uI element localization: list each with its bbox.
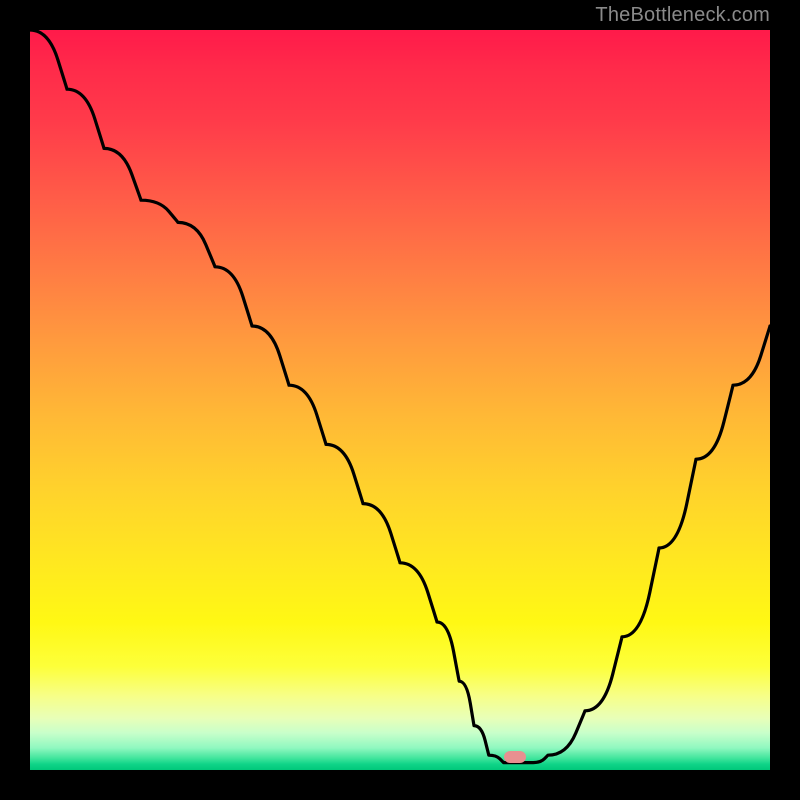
plot-area xyxy=(30,30,770,770)
curve-layer xyxy=(30,30,770,770)
minimum-marker xyxy=(504,751,526,763)
bottleneck-curve xyxy=(30,30,770,763)
watermark-text: TheBottleneck.com xyxy=(595,4,770,27)
chart-canvas: TheBottleneck.com xyxy=(0,0,800,800)
